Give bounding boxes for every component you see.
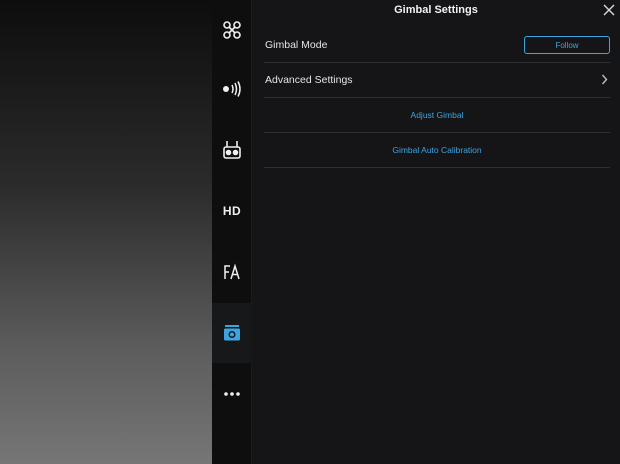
close-icon <box>603 4 615 16</box>
tab-more[interactable] <box>212 364 252 424</box>
remote-controller-icon <box>223 141 241 159</box>
gimbal-settings-panel: Gimbal Settings Gimbal Mode Follow Advan… <box>252 0 620 464</box>
tab-gimbal[interactable] <box>212 303 252 363</box>
tab-aircraft[interactable] <box>212 0 252 60</box>
hd-icon: HD <box>222 204 242 218</box>
battery-icon <box>224 263 240 280</box>
signal-icon <box>223 81 241 97</box>
tab-sensors[interactable] <box>212 59 252 119</box>
gimbal-mode-row: Gimbal Mode Follow <box>264 28 610 63</box>
auto-calibration-label: Gimbal Auto Calibration <box>392 145 482 155</box>
panel-title: Gimbal Settings <box>394 4 478 16</box>
chevron-right-icon <box>601 74 608 85</box>
close-button[interactable] <box>602 3 616 17</box>
live-view-backdrop <box>0 0 212 464</box>
gimbal-camera-icon <box>224 325 240 341</box>
adjust-gimbal-label: Adjust Gimbal <box>410 110 464 120</box>
gimbal-mode-label: Gimbal Mode <box>265 39 328 51</box>
tab-remote-controller[interactable] <box>212 120 252 180</box>
more-icon <box>224 392 240 396</box>
drone-icon <box>223 21 241 39</box>
auto-calibration-row[interactable]: Gimbal Auto Calibration <box>264 133 610 168</box>
advanced-settings-row[interactable]: Advanced Settings <box>264 63 610 98</box>
gimbal-mode-button[interactable]: Follow <box>524 36 610 54</box>
settings-sidebar: HD <box>212 0 252 464</box>
tab-battery[interactable] <box>212 242 252 302</box>
adjust-gimbal-row[interactable]: Adjust Gimbal <box>264 98 610 133</box>
advanced-settings-label: Advanced Settings <box>265 74 353 86</box>
tab-hd[interactable]: HD <box>212 181 252 241</box>
